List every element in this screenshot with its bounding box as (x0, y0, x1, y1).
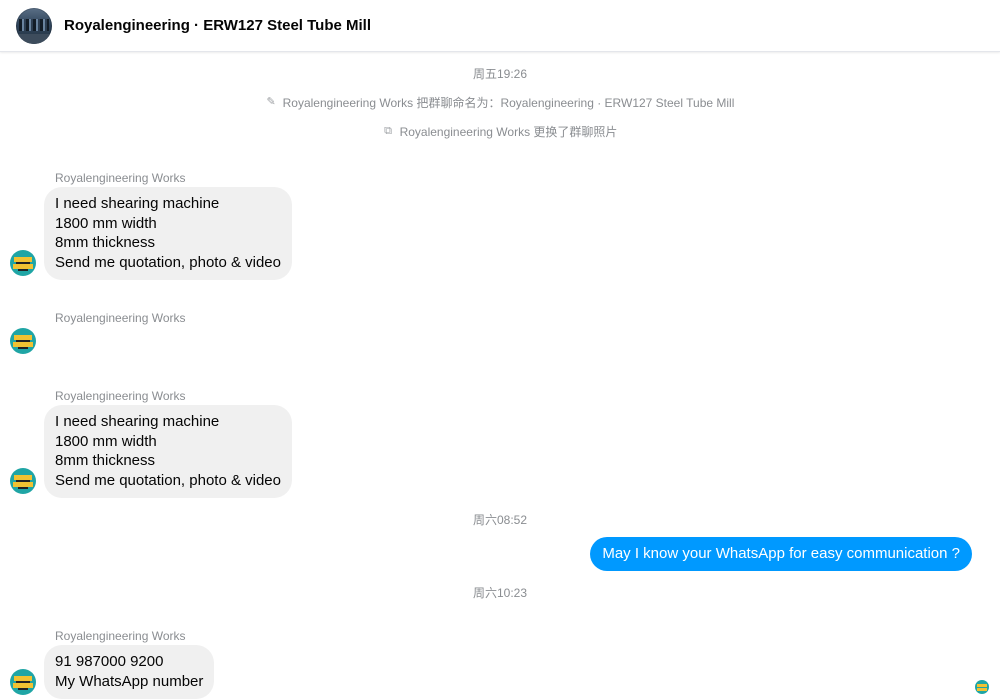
message-line: 1800 mm width (55, 432, 157, 450)
message-list[interactable]: 周五19:26 ✎ Royalengineering Works 把群聊命名为：… (0, 53, 1000, 700)
chat-title[interactable]: Royalengineering · ERW127 Steel Tube Mil… (64, 17, 371, 34)
sender-avatar[interactable] (10, 468, 36, 494)
message-line: Send me quotation, photo & video (55, 471, 281, 489)
timestamp: 周五19:26 (472, 67, 528, 81)
chat-header: Royalengineering · ERW127 Steel Tube Mil… (0, 0, 1000, 52)
system-message-rename: ✎ Royalengineering Works 把群聊命名为：Royaleng… (0, 94, 1000, 111)
sender-avatar[interactable] (10, 328, 36, 354)
timestamp: 周六08:52 (472, 513, 528, 527)
system-message-text: Royalengineering Works 更换了群聊照片 (399, 125, 618, 139)
message-line: 8mm thickness (55, 452, 156, 470)
system-message-photo: ⧉ Royalengineering Works 更换了群聊照片 (0, 123, 1000, 140)
photo-icon: ⧉ (384, 125, 392, 137)
sender-name: Royalengineering Works (55, 629, 186, 643)
group-avatar[interactable] (16, 7, 52, 44)
system-message-text: Royalengineering Works 把群聊命名为：Royalengin… (282, 96, 735, 110)
message-line: I need shearing machine (55, 413, 220, 430)
sender-name: Royalengineering Works (55, 389, 186, 403)
message-bubble[interactable]: 91 987000 9200 My WhatsApp number (44, 645, 215, 700)
sender-name: Royalengineering Works (55, 171, 186, 185)
message-line: Send me quotation, photo & video (55, 253, 281, 271)
message-bubble[interactable]: I need shearing machine 1800 mm width 8m… (44, 405, 292, 499)
message-bubble[interactable]: I need shearing machine 1800 mm width 8m… (44, 187, 292, 281)
sender-avatar[interactable] (10, 250, 36, 276)
sender-name: Royalengineering Works (55, 311, 186, 325)
outgoing-message-bubble[interactable]: May I know your WhatsApp for easy commun… (590, 537, 972, 571)
message-line: I need shearing machine (55, 195, 220, 212)
message-line: 1800 mm width (55, 214, 157, 232)
pencil-icon: ✎ (266, 96, 276, 108)
message-line: 91 987000 9200 (55, 653, 164, 670)
timestamp: 周六10:23 (472, 586, 528, 600)
message-line: 8mm thickness (55, 234, 156, 252)
message-line: My WhatsApp number (55, 672, 204, 690)
sender-avatar[interactable] (10, 669, 36, 695)
read-receipt-avatar (975, 680, 989, 694)
